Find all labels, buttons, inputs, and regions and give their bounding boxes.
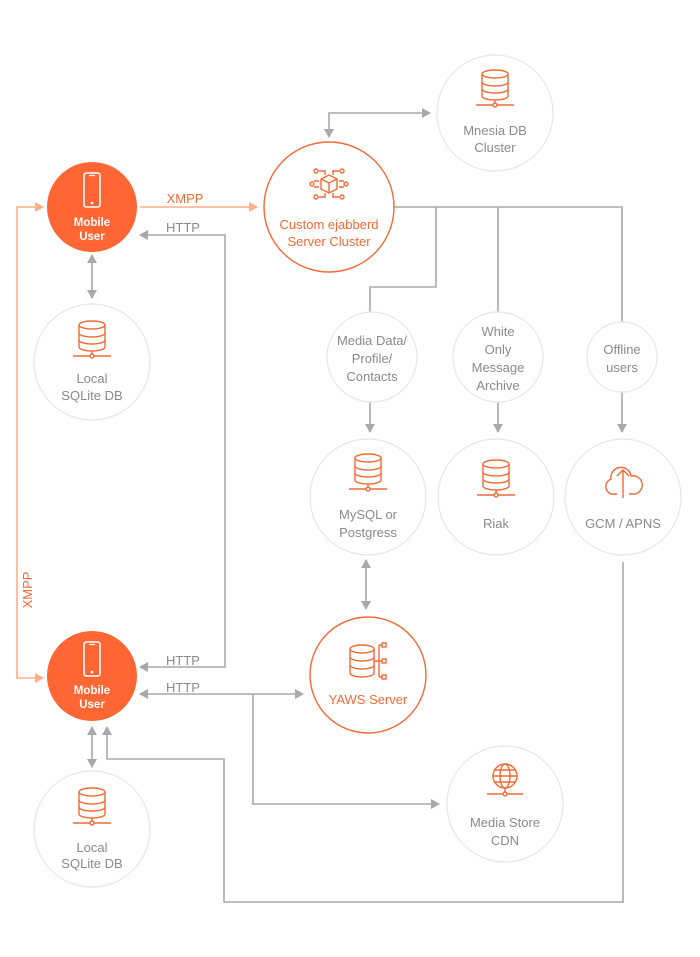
edge-label-http-bottom-1: HTTP — [166, 653, 200, 668]
node-label: Only — [485, 342, 512, 357]
node-label: White — [481, 324, 514, 339]
edge-http-top — [139, 230, 226, 672]
edge-label-xmpp-side: XMPP — [20, 572, 35, 609]
node-label: Postgress — [339, 525, 397, 540]
edge-label-http-bottom-2: HTTP — [166, 680, 200, 695]
node-offline-users[interactable]: Offline users — [586, 321, 658, 393]
node-mobile-user-top[interactable]: Mobile User — [47, 162, 137, 252]
node-media-data[interactable]: Media Data/ Profile/ Contacts — [326, 311, 418, 403]
node-sqlite-top[interactable]: Local SQLite DB — [33, 303, 151, 421]
node-mnesia-cluster[interactable]: Mnesia DB Cluster — [436, 54, 554, 172]
node-label: Offline — [603, 342, 640, 357]
node-label: User — [79, 231, 105, 243]
node-yaws-server[interactable]: YAWS Server — [309, 616, 427, 734]
node-label: Mobile — [74, 685, 110, 697]
node-media-store-cdn[interactable]: Media Store CDN — [446, 745, 564, 863]
node-mobile-user-bottom[interactable]: Mobile User — [47, 631, 137, 721]
node-label: Media Store — [470, 815, 540, 830]
node-label: Message — [472, 360, 525, 375]
node-label: Custom ejabberd — [280, 217, 379, 232]
node-label: SQLite DB — [61, 388, 122, 403]
node-label: Media Data/ — [337, 333, 407, 348]
node-label: Riak — [483, 516, 510, 531]
node-label: Contacts — [346, 369, 398, 384]
node-label: MySQL or — [339, 507, 398, 522]
node-label: Local — [76, 371, 107, 386]
node-label: users — [606, 360, 638, 375]
node-label: YAWS Server — [329, 692, 408, 707]
node-label: Mnesia DB — [463, 123, 527, 138]
node-label: Local — [76, 840, 107, 855]
node-label: CDN — [491, 833, 519, 848]
node-gcm-apns[interactable]: GCM / APNS — [564, 438, 682, 556]
node-sqlite-bottom[interactable]: Local SQLite DB — [33, 770, 151, 888]
node-label: Archive — [476, 378, 519, 393]
node-white-only-archive[interactable]: White Only Message Archive — [452, 311, 544, 403]
node-label: SQLite DB — [61, 856, 122, 871]
node-label: GCM / APNS — [585, 516, 661, 531]
node-riak[interactable]: Riak — [437, 438, 555, 556]
architecture-diagram: XMPP HTTP XMPP HTTP HTTP Mobile User Loc… — [16, 54, 682, 903]
node-ejabberd-cluster[interactable]: Custom ejabberd Server Cluster — [263, 141, 395, 273]
node-mysql[interactable]: MySQL or Postgress — [309, 438, 427, 556]
node-label: Profile/ — [352, 351, 393, 366]
node-label: Cluster — [474, 140, 516, 155]
node-label: Server Cluster — [287, 234, 371, 249]
edge-ejabberd-mnesia — [324, 108, 431, 138]
node-label: Mobile — [74, 217, 110, 229]
edge-label-xmpp-top: XMPP — [167, 191, 204, 206]
edge-ejabberd-bus — [394, 206, 623, 322]
edge-label-http-top: HTTP — [166, 220, 200, 235]
node-label: User — [79, 699, 105, 711]
